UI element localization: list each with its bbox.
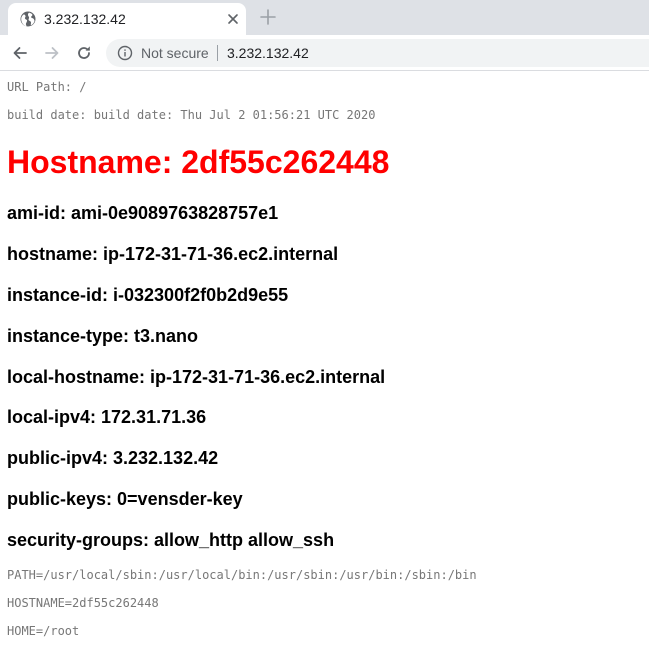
security-status-label[interactable]: Not secure <box>141 45 209 61</box>
reload-icon[interactable] <box>74 43 94 63</box>
metadata-security-groups: security-groups: allow_http allow_ssh <box>7 530 335 550</box>
metadata-hostname: hostname: ip-172-31-71-36.ec2.internal <box>7 244 339 264</box>
plus-icon[interactable] <box>259 8 277 26</box>
close-icon[interactable] <box>226 12 240 26</box>
metadata-local-ipv4: local-ipv4: 172.31.71.36 <box>7 407 207 427</box>
info-icon[interactable] <box>117 45 133 61</box>
metadata-local-hostname: local-hostname: ip-172-31-71-36.ec2.inte… <box>7 367 386 387</box>
globe-icon <box>20 11 36 27</box>
browser-tab[interactable]: 3.232.132.42 <box>8 3 246 35</box>
tab-title: 3.232.132.42 <box>44 11 126 27</box>
metadata-instance-type: instance-type: t3.nano <box>7 326 199 346</box>
address-divider <box>217 45 218 61</box>
metadata-public-ipv4: public-ipv4: 3.232.132.42 <box>7 448 219 468</box>
metadata-instance-id: instance-id: i-032300f2f0b2d9e55 <box>7 285 289 305</box>
browser-toolbar: Not secure 3.232.132.42 <box>0 35 649 71</box>
arrow-right-icon[interactable] <box>42 43 62 63</box>
tab-strip: 3.232.132.42 <box>0 0 649 35</box>
metadata-ami-id: ami-id: ami-0e9089763828757e1 <box>7 203 279 223</box>
arrow-left-icon[interactable] <box>10 43 30 63</box>
page-content: URL Path: / build date: build date: Thu … <box>0 72 649 652</box>
env-home: HOME=/root <box>7 624 80 638</box>
env-hostname: HOSTNAME=2df55c262448 <box>7 596 159 610</box>
address-url[interactable]: 3.232.132.42 <box>227 45 309 61</box>
metadata-public-keys: public-keys: 0=vensder-key <box>7 489 243 509</box>
env-path: PATH=/usr/local/sbin:/usr/local/bin:/usr… <box>7 568 477 582</box>
url-path-text: URL Path: / <box>7 80 87 94</box>
build-date-text: build date: build date: Thu Jul 2 01:56:… <box>7 108 376 122</box>
hostname-heading: Hostname: 2df55c262448 <box>7 144 390 180</box>
address-bar[interactable]: Not secure 3.232.132.42 <box>106 39 649 67</box>
